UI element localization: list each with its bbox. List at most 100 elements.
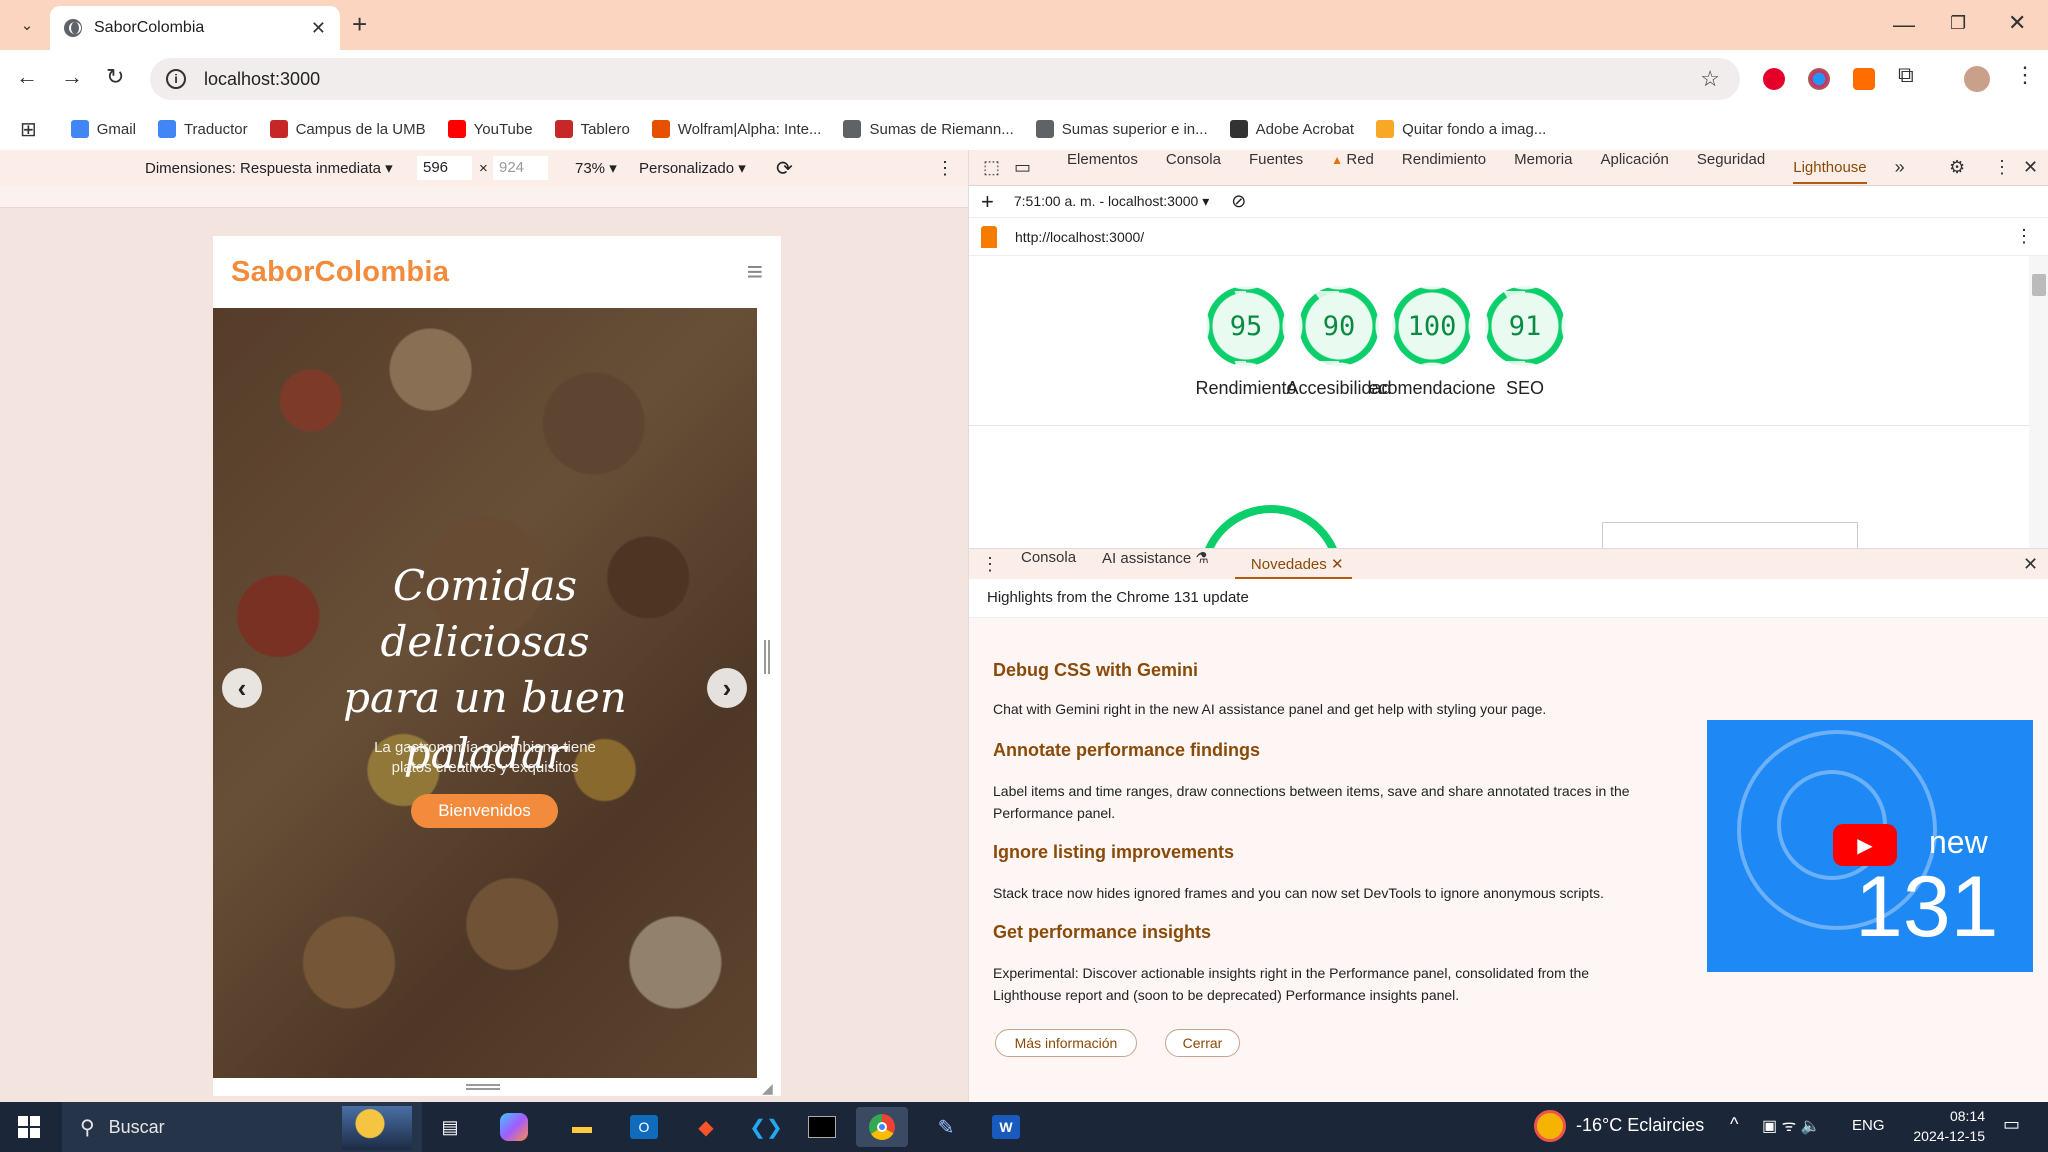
settings-gear-icon[interactable]: ⚙ [1949,157,1965,178]
close-tab-icon[interactable]: ✕ [311,18,326,39]
width-input[interactable]: 596 [417,156,472,180]
outlook-icon[interactable]: O [618,1107,670,1147]
devtools-tab[interactable]: Memoria [1514,151,1572,184]
corner-resize-icon[interactable]: ◢ [762,1080,773,1097]
bookmark-item[interactable]: Sumas superior e in... [1035,120,1208,138]
score-gauge[interactable]: 90 Accesibilidad [1286,286,1392,398]
restore-button[interactable]: ❐ [1950,13,1966,34]
close-devtools-icon[interactable]: ✕ [2023,157,2038,178]
close-window-button[interactable]: ✕ [2008,10,2026,36]
forward-button[interactable]: → [61,64,83,90]
paint-icon[interactable]: ✎ [920,1107,972,1147]
drawer-menu-icon[interactable]: ⋮ [981,554,999,575]
terminal-icon[interactable] [796,1107,848,1147]
zoom-dropdown[interactable]: 73% ▾ [575,159,617,177]
bookmark-star-icon[interactable]: ☆ [1700,66,1720,92]
reload-button[interactable]: ↻ [106,64,124,90]
device-more-icon[interactable]: ⋮ [936,158,954,179]
apps-grid-icon[interactable]: ⊞ [20,117,37,142]
inspect-element-icon[interactable]: ⬚ [983,157,1000,178]
score-gauge[interactable]: 91 SEO [1485,286,1565,398]
file-explorer-icon[interactable]: ▬ [556,1107,608,1147]
opera-extension-icon[interactable] [1763,68,1785,90]
bookmark-item[interactable]: Campus de la UMB [269,120,426,138]
site-logo[interactable]: SaborColombia [231,256,449,289]
devtools-tab[interactable]: Lighthouse [1793,159,1867,184]
learn-more-button[interactable]: Más información [995,1029,1137,1057]
drawer-tab[interactable]: Consola [1021,549,1076,579]
hamburger-menu-icon[interactable]: ≡ [747,256,763,288]
device-toggle-icon[interactable]: ▭ [1014,157,1031,178]
site-info-icon[interactable]: i [166,69,186,89]
brave-icon[interactable]: ◆ [680,1107,732,1147]
clear-reports-icon[interactable]: ⊘ [1231,191,1246,212]
bookmark-item[interactable]: Tablero [554,120,630,138]
more-tabs-icon[interactable]: » [1895,157,1905,178]
chevron-up-icon[interactable]: ^ [1730,1114,1738,1135]
close-tab-icon[interactable]: ✕ [1327,556,1344,573]
bookmark-item[interactable]: Quitar fondo a imag... [1376,120,1546,138]
resize-handle[interactable] [764,640,770,674]
minimize-button[interactable]: — [1893,12,1915,38]
devtools-menu-icon[interactable]: ⋮ [1993,157,2011,178]
browser-tab[interactable]: SaborColombia ✕ [50,6,340,50]
task-view-icon[interactable]: ▤ [424,1107,476,1147]
devtools-tab[interactable]: Elementos [1067,151,1138,184]
bookmark-item[interactable]: YouTube [447,120,533,138]
drawer-tab[interactable]: Novedades ✕ [1234,549,1352,579]
rotate-icon[interactable]: ⟳ [776,156,793,181]
close-whats-new-button[interactable]: Cerrar [1165,1029,1240,1057]
devtools-tab[interactable]: ▲ Red [1331,151,1374,184]
taskbar-search[interactable]: ⚲ Buscar [62,1102,422,1152]
devtools-tab[interactable]: Consola [1166,151,1221,184]
carousel-next-button[interactable]: › [707,668,747,708]
tab-search-button[interactable]: ⌄ [12,10,42,40]
feature-title[interactable]: Get performance insights [993,922,1211,943]
vscode-icon[interactable]: ❮❯ [740,1107,792,1147]
weather-text[interactable]: -16°C Eclaircies [1576,1115,1704,1136]
bookmark-item[interactable]: Gmail [70,120,136,138]
windows-start-icon[interactable] [18,1116,40,1138]
new-report-icon[interactable]: + [981,189,994,215]
bookmark-item[interactable]: Wolfram|Alpha: Inte... [651,120,821,138]
bottom-resize-handle[interactable] [466,1084,500,1090]
devtools-tab[interactable]: Seguridad [1697,151,1765,184]
drawer-tab[interactable]: AI assistance ⚗ [1102,549,1209,579]
language-indicator[interactable]: ENG [1852,1117,1885,1134]
avatar[interactable] [1964,66,1990,92]
copilot-icon[interactable] [500,1113,528,1141]
bookmark-item[interactable]: Adobe Acrobat [1229,120,1354,138]
feature-title[interactable]: Debug CSS with Gemini [993,660,1198,681]
throttle-dropdown[interactable]: Personalizado ▾ [639,159,746,177]
bookmark-item[interactable]: Sumas de Riemann... [843,120,1014,138]
report-select[interactable]: 7:51:00 a. m. - localhost:3000 ▾ [1014,193,1209,210]
score-gauge[interactable]: 95 Rendimiento [1195,286,1297,398]
carousel-prev-button[interactable]: ‹ [222,668,262,708]
extension-icon[interactable] [1808,68,1830,90]
lighthouse-extension-icon[interactable] [1853,68,1875,90]
chrome-icon[interactable] [856,1107,908,1147]
scrollbar[interactable] [2029,256,2048,548]
height-input[interactable]: 924 [493,156,548,180]
chrome-131-video-thumbnail[interactable]: ▶ new 131 [1707,720,2033,972]
bookmark-item[interactable]: Traductor [157,120,248,138]
notifications-icon[interactable]: ▭ [2003,1114,2020,1135]
report-menu-icon[interactable]: ⋮ [2015,226,2033,247]
devtools-tab[interactable]: Rendimiento [1402,151,1486,184]
word-icon[interactable]: W [980,1107,1032,1147]
clock[interactable]: 08:14 2024-12-15 [1905,1106,1985,1146]
tray-icons[interactable]: ▣ ᯤ 🔈 [1762,1114,1821,1136]
menu-kebab-icon[interactable]: ⋮ [2014,62,2036,88]
dimensions-dropdown[interactable]: Dimensiones: Respuesta inmediata ▾ [145,159,393,177]
new-tab-button[interactable]: + [352,11,367,37]
address-bar[interactable]: i localhost:3000 ☆ [150,58,1740,100]
close-drawer-icon[interactable]: ✕ [2023,554,2038,575]
devtools-tab[interactable]: Aplicación [1600,151,1668,184]
devtools-tab[interactable]: Fuentes [1249,151,1303,184]
feature-title[interactable]: Ignore listing improvements [993,842,1234,863]
back-button[interactable]: ← [16,64,38,90]
puzzle-icon[interactable]: ⧉ [1898,62,1914,88]
welcome-button[interactable]: Bienvenidos [411,794,558,828]
feature-title[interactable]: Annotate performance findings [993,740,1260,761]
score-gauge[interactable]: 100 ecomendacione [1368,286,1496,398]
